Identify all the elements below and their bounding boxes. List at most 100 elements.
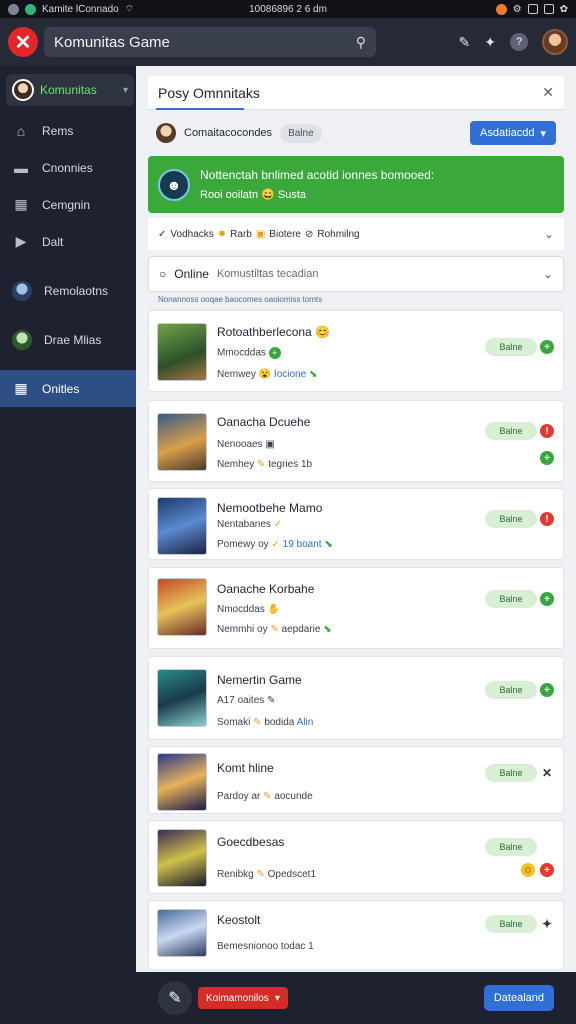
sidebar-item-play[interactable]: ▶ Dalt [0, 223, 136, 260]
item-link[interactable]: Alin [297, 717, 314, 728]
chevron-down-icon: ▾ [122, 84, 128, 96]
game-thumbnail [157, 669, 207, 727]
tag-row: ✓ Vodhacks ✸ Rarb ▣ Biotere ⊘ Rohmilng ⌄ [148, 218, 564, 250]
item-meta: Bemesnionoo todac 1 [217, 941, 314, 952]
user-avatar[interactable] [542, 29, 568, 55]
sidebar-item-online[interactable]: ▦ Onitles [0, 370, 136, 407]
search-icon[interactable]: ⚲ [356, 34, 366, 51]
chevron-down-icon[interactable]: ⌄ [544, 227, 554, 241]
status-badge: Balne [485, 838, 537, 856]
status-badge: Balne [485, 590, 537, 608]
item-meta: Pomewy oy [217, 539, 269, 550]
item-subtitle: Nentabanes [217, 519, 271, 530]
banner-title: Nottenctah bnlimed acotid ionnes bomooed… [200, 168, 435, 182]
list-item[interactable]: Nemootbehe Mamo Nentabanes ✓ Pomewy oy ✓… [148, 488, 564, 560]
item-title: Oanacha Dcuehe [217, 415, 311, 429]
community-selector[interactable]: Komunitas ▾ [6, 74, 134, 106]
alert-icon[interactable]: ! [540, 424, 554, 438]
list-item[interactable]: Rotoathberlecona 😊 Mmocddas + Nemwey 😮 I… [148, 310, 564, 392]
sidebar-item-home[interactable]: ⌂ Rems [0, 112, 136, 149]
emoji-icon[interactable]: ☺ [521, 863, 535, 877]
add-icon[interactable]: + [540, 592, 554, 606]
item-title: Nemootbehe Mamo [217, 501, 323, 515]
chevron-down-icon[interactable]: ⌄ [543, 267, 553, 281]
close-icon[interactable]: ✕ [542, 84, 554, 101]
tag-4[interactable]: Rohmilng [317, 229, 359, 240]
sidebar-item-folders[interactable]: ▬ Cnonnies [0, 149, 136, 186]
tag-3[interactable]: Biotere [269, 229, 301, 240]
item-link[interactable]: Iocione [274, 369, 306, 380]
item-link[interactable]: aocunde [274, 791, 312, 802]
filter-label: Comaitacocondes [184, 127, 273, 139]
sidebar-item-label: Cemgnin [42, 197, 91, 212]
tool-icon[interactable]: ✎ [459, 34, 471, 51]
chevron-down-icon: ▾ [540, 127, 546, 140]
save-button[interactable]: Datealand [483, 985, 554, 1011]
item-link[interactable]: aepdarie [282, 624, 321, 635]
tag-1[interactable]: Vodhacks [170, 229, 213, 240]
item-title: Goecdbesas [217, 835, 285, 849]
main-content: Posy Omnnitaks ✕ Comaitacocondes Balne A… [136, 66, 576, 972]
item-link[interactable]: 19 boant [283, 539, 322, 550]
search-input[interactable]: Komunitas Game ⚲ [44, 27, 376, 57]
game-thumbnail [157, 497, 207, 555]
list-item[interactable]: Oanache Korbahe Nmocddas ✋ Nemmhi oy ✎ a… [148, 567, 564, 649]
list-item[interactable]: Komt hline Pardoy ar ✎ aocunde Balne ✕ [148, 746, 564, 814]
add-filter-label: Asdatiacdd [480, 127, 535, 139]
item-subtitle: A17 oaites [217, 695, 265, 706]
smile-emoji-icon: 😄 [261, 189, 275, 201]
sidebar-item-grid[interactable]: ▦ Cemgnin [0, 186, 136, 223]
status-badge: Balne [485, 338, 537, 356]
plus-icon: + [268, 347, 281, 359]
panel-header: Posy Omnnitaks ✕ [148, 76, 564, 110]
sidebar-item-member-2[interactable]: Drae Mlias [0, 321, 136, 358]
bottom-bar: ✎ Koimamonilos ▾ Datealand [136, 972, 576, 1024]
sun-icon: ✸ [217, 228, 227, 240]
add-icon[interactable]: + [540, 340, 554, 354]
banner-sub-left: Rooi ooilatn [200, 189, 259, 201]
compose-button[interactable]: ✎ [158, 981, 192, 1015]
pin-icon[interactable]: ✦ [484, 34, 496, 51]
add-icon[interactable]: + [540, 683, 554, 697]
home-icon: ⌂ [16, 122, 26, 139]
close-button[interactable]: ✕ [8, 27, 38, 57]
list-item[interactable]: Keostolt Bemesnionoo todac 1 Balne ✦ [148, 900, 564, 970]
sidebar-item-member-1[interactable]: Remolaotns [0, 272, 136, 309]
pencil-icon: ✎ [253, 717, 262, 728]
item-meta: Nemmhi oy [217, 624, 268, 635]
remove-icon[interactable]: + [540, 863, 554, 877]
tag-2[interactable]: Rarb [230, 229, 252, 240]
add-icon[interactable]: + [540, 451, 554, 465]
search-value: Komunitas Game [54, 33, 170, 51]
item-title: Oanache Korbahe [217, 582, 315, 596]
item-link[interactable]: tegries 1b [268, 459, 312, 470]
alert-icon[interactable]: ! [540, 512, 554, 526]
item-meta: Renibkg [217, 869, 254, 880]
help-icon[interactable]: ? [510, 33, 528, 51]
sidebar: Komunitas ▾ ⌂ Rems ▬ Cnonnies ▦ Cemgnin … [0, 66, 136, 1024]
item-meta: Pardoy ar [217, 791, 261, 802]
item-title: Rotoathberlecona [217, 325, 312, 339]
list-item[interactable]: Oanacha Dcuehe Nenooaes ▣ Nemhey ✎ tegri… [148, 400, 564, 482]
more-icon[interactable]: ✕ [540, 766, 554, 780]
community-avatar [12, 79, 34, 101]
add-filter-button[interactable]: Asdatiacdd ▾ [470, 121, 556, 145]
item-link[interactable]: Opedscet1 [268, 869, 316, 880]
list-item[interactable]: Nemertin Game A17 oaites ✎ Somaki ✎ bodi… [148, 656, 564, 740]
game-thumbnail [157, 413, 207, 471]
community-menu-button[interactable]: Koimamonilos ▾ [198, 987, 288, 1009]
sidebar-item-label: Onitles [42, 381, 80, 396]
check-icon: ✓ [273, 519, 283, 530]
leaf-icon: ⬊ [323, 624, 332, 635]
more-icon[interactable]: ✦ [540, 917, 554, 931]
save-label: Datealand [493, 992, 544, 1004]
status-badge: Balne [485, 681, 537, 699]
list-item[interactable]: Goecdbesas Renibkg ✎ Opedscet1 Balne ☺ + [148, 820, 564, 894]
online-search[interactable]: ○ Online Komustiltas tecadian ⌄ [148, 256, 564, 292]
game-thumbnail [157, 829, 207, 887]
item-meta: Somaki [217, 717, 251, 728]
top-bar: ✕ Komunitas Game ⚲ ✎ ✦ ? [0, 18, 576, 66]
sidebar-item-label: Dalt [42, 234, 64, 249]
filter-chip[interactable]: Balne [280, 123, 322, 143]
game-thumbnail [157, 753, 207, 811]
